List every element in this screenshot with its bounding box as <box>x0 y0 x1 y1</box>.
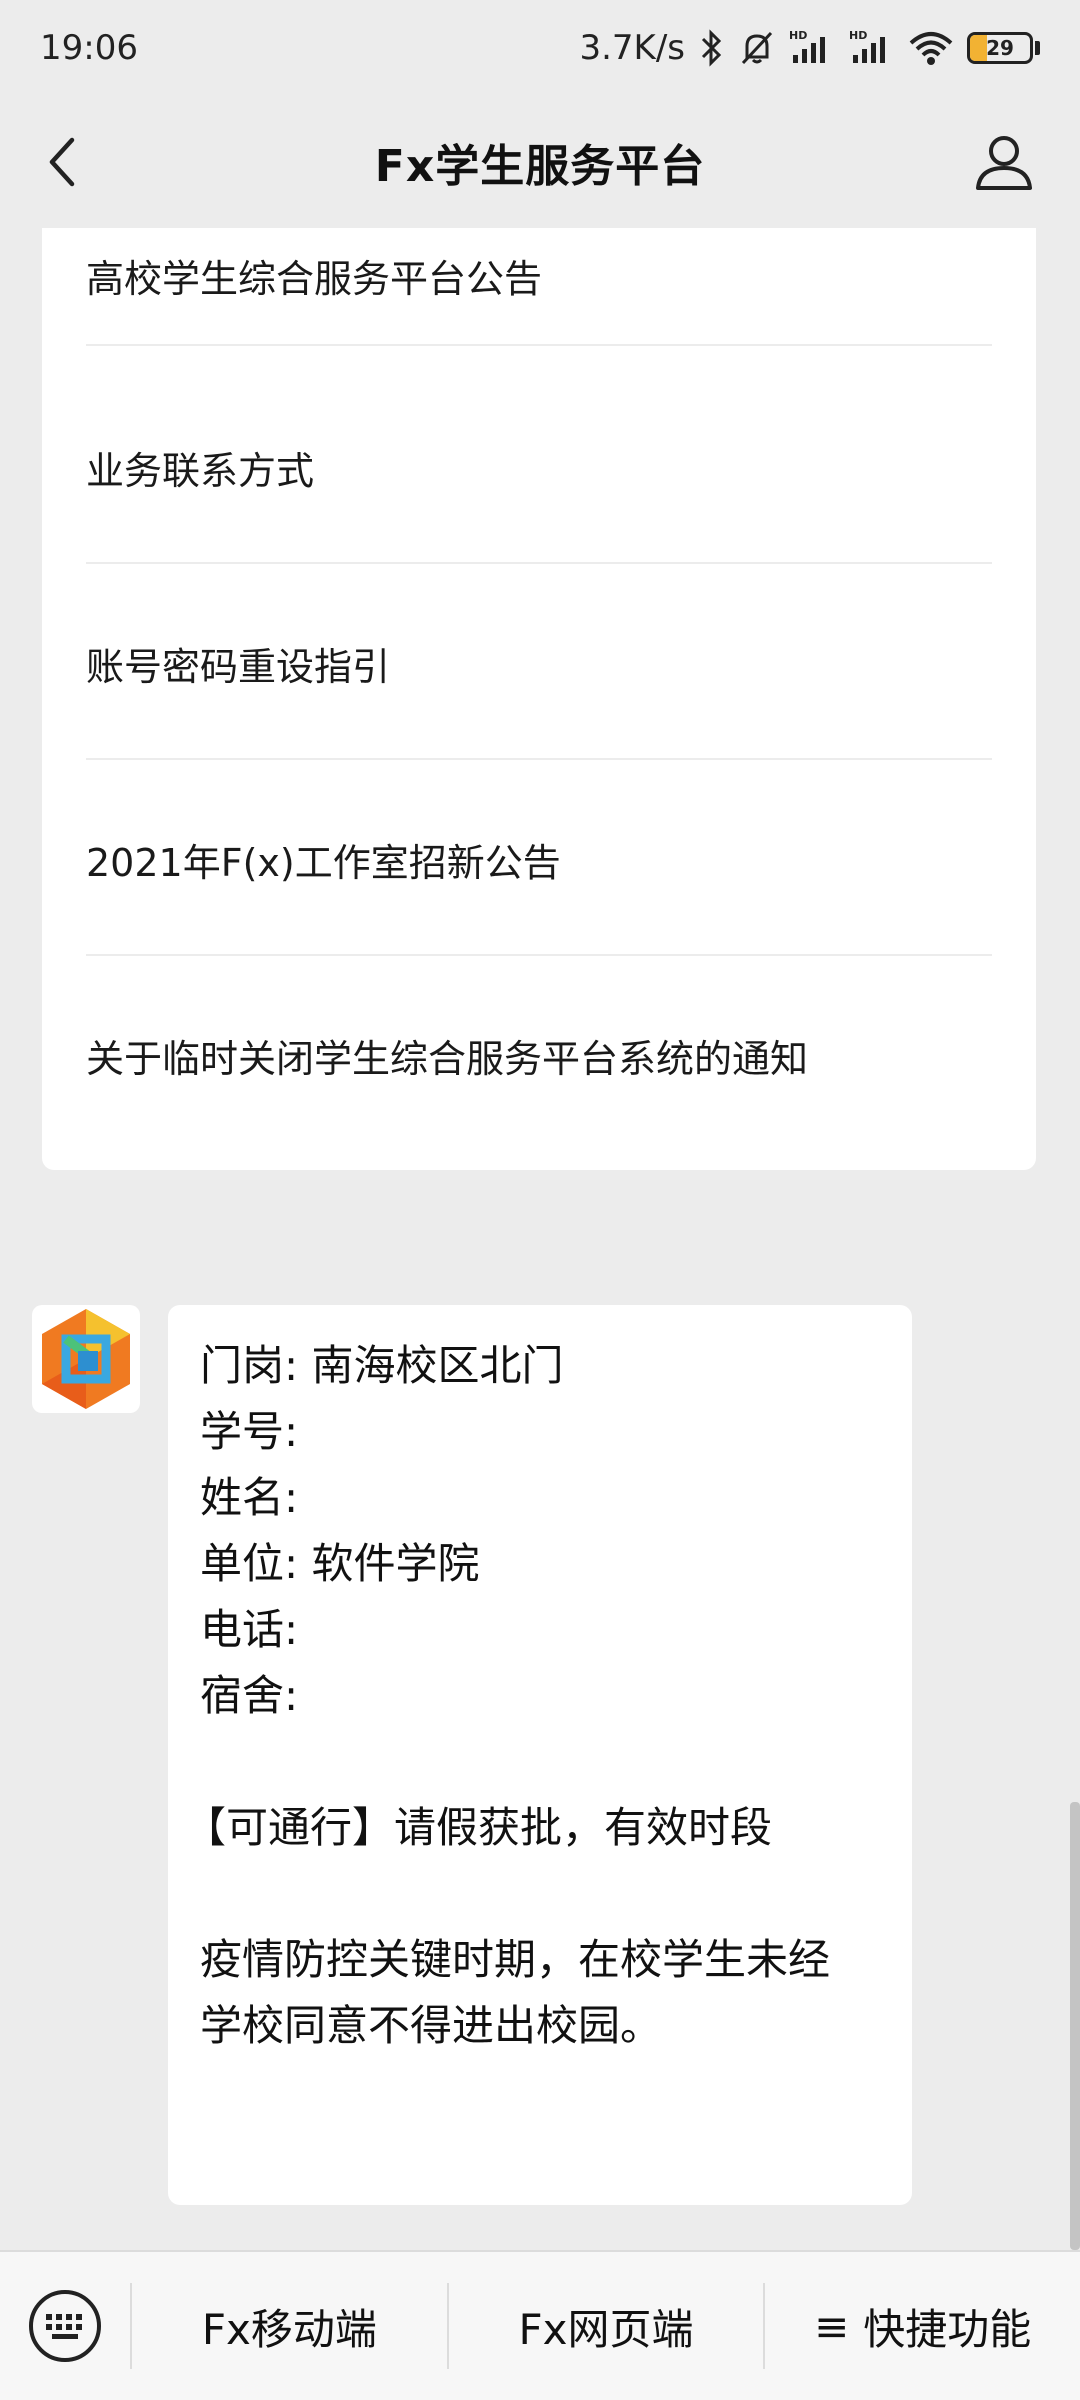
hexagon-logo-icon <box>42 1309 130 1409</box>
notice-item[interactable]: 关于临时关闭学生综合服务平台系统的通知 <box>86 1028 992 1083</box>
app-header: Fx学生服务平台 <box>0 96 1080 228</box>
bluetooth-icon <box>699 29 725 67</box>
menu-label: Fx移动端 <box>201 2304 377 2354</box>
svg-text:HD: HD <box>849 29 867 42</box>
notice-list: 高校学生综合服务平台公告 业务联系方式 账号密码重设指引 2021年F(x)工作… <box>42 228 1036 1170</box>
student-id-field: 学号: <box>200 1407 299 1456</box>
status-bar: 19:06 3.7K/s HD HD 29 <box>0 0 1080 96</box>
divider <box>86 954 992 956</box>
scrollbar[interactable] <box>1070 1802 1080 2250</box>
dorm-field: 宿舍: <box>200 1671 299 1720</box>
menu-list-icon: ≡ <box>814 2301 850 2351</box>
avatar[interactable] <box>32 1305 140 1413</box>
bottom-menu-bar: Fx移动端 Fx网页端 ≡ 快捷功能 <box>0 2250 1080 2400</box>
keyboard-toggle-button[interactable] <box>0 2252 130 2400</box>
notice-item[interactable]: 账号密码重设指引 <box>86 636 992 691</box>
notice-text-line: 学校同意不得进出校园。 <box>200 2001 663 2050</box>
status-time: 19:06 <box>40 28 138 68</box>
divider <box>86 562 992 564</box>
page-title: Fx学生服务平台 <box>374 141 706 192</box>
wifi-icon <box>909 29 953 67</box>
status-icons: 3.7K/s HD HD 29 <box>579 28 1040 68</box>
menu-label: 快捷功能 <box>863 2304 1032 2354</box>
menu-fx-mobile[interactable]: Fx移动端 <box>132 2252 447 2400</box>
user-profile-icon <box>976 136 1032 190</box>
battery-fill <box>970 35 988 61</box>
signal-hd-icon: HD <box>849 29 895 67</box>
unit-field: 单位: 软件学院 <box>200 1539 480 1588</box>
net-speed: 3.7K/s <box>579 28 685 68</box>
notice-item[interactable]: 2021年F(x)工作室招新公告 <box>86 832 992 887</box>
signal-hd-icon: HD <box>789 29 835 67</box>
notice-text-line: 疫情防控关键时期，在校学生未经 <box>200 1935 831 1984</box>
phone-field: 电话: <box>200 1605 299 1654</box>
back-button[interactable] <box>30 130 94 194</box>
divider <box>86 344 992 346</box>
mute-bell-icon <box>739 29 775 67</box>
battery-icon: 29 <box>967 32 1040 64</box>
pass-status: 【可通行】请假获批，有效时段 <box>184 1803 773 1852</box>
menu-label: Fx网页端 <box>518 2304 694 2354</box>
battery-level: 29 <box>986 36 1014 60</box>
keyboard-icon <box>29 2290 101 2362</box>
notice-item[interactable]: 高校学生综合服务平台公告 <box>86 248 992 303</box>
svg-text:HD: HD <box>789 29 807 42</box>
message-bubble: 门岗: 南海校区北门 学号: 姓名: 单位: 软件学院 电话: 宿舍: 【可通行… <box>168 1305 912 2205</box>
notice-item[interactable]: 业务联系方式 <box>86 440 992 495</box>
gate-field: 门岗: 南海校区北门 <box>200 1341 564 1390</box>
divider <box>86 758 992 760</box>
menu-quick-functions[interactable]: ≡ 快捷功能 <box>765 2252 1080 2400</box>
menu-fx-web[interactable]: Fx网页端 <box>449 2252 764 2400</box>
profile-button[interactable] <box>968 126 1040 198</box>
back-chevron-icon <box>49 137 75 187</box>
name-field: 姓名: <box>200 1473 299 1522</box>
